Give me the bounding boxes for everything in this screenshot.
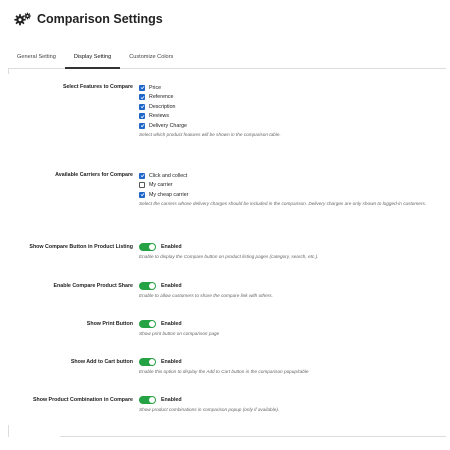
carriers-label: Available Carriers for Compare bbox=[55, 172, 133, 178]
tab-display-setting[interactable]: Display Setting bbox=[64, 46, 121, 69]
setting-label: Show Print Button bbox=[86, 321, 133, 327]
carriers-help-text: Select the carriers whose delivery charg… bbox=[139, 200, 427, 206]
carrier-option-my-cheap-carrier[interactable]: My cheap carrier bbox=[139, 190, 435, 200]
check-icon bbox=[140, 114, 144, 118]
panel-border bbox=[8, 425, 9, 437]
option-label: Delivery Charge bbox=[149, 122, 187, 129]
checkbox-checked[interactable] bbox=[139, 191, 145, 198]
toggle-knob bbox=[148, 396, 155, 403]
check-icon bbox=[140, 95, 144, 99]
option-label: Reviews bbox=[149, 113, 170, 120]
checkbox-checked[interactable] bbox=[139, 84, 145, 91]
setting-label: Enable Compare Product Share bbox=[53, 283, 133, 289]
tab-general-setting[interactable]: General Setting bbox=[8, 46, 65, 68]
checkbox-checked[interactable] bbox=[139, 103, 145, 110]
carrier-option-my-carrier[interactable]: My carrier bbox=[139, 181, 435, 191]
feature-option-price[interactable]: Price bbox=[139, 83, 435, 93]
toggle-switch[interactable] bbox=[139, 319, 156, 329]
features-options: Price Reference Description Reviews Deli… bbox=[139, 83, 435, 138]
check-icon bbox=[140, 124, 144, 128]
toggle-switch[interactable] bbox=[139, 357, 156, 367]
check-icon bbox=[140, 105, 144, 109]
setting-help-text: Enable to allow customers to share the c… bbox=[139, 293, 273, 298]
feature-option-reference[interactable]: Reference bbox=[139, 93, 435, 103]
features-help-text: Select which product features will be sh… bbox=[139, 131, 281, 137]
toggle-knob bbox=[148, 358, 155, 365]
page-title: Comparison Settings bbox=[37, 12, 163, 26]
checkbox-checked[interactable] bbox=[139, 113, 145, 120]
setting-help-text: Show print button on comparison page bbox=[139, 331, 220, 336]
option-label: Price bbox=[149, 84, 162, 91]
settings-tabs: General Setting Display Setting Customiz… bbox=[8, 46, 446, 69]
checkbox-unchecked[interactable] bbox=[139, 182, 145, 189]
toggle-state: Enabled bbox=[161, 244, 182, 250]
checkbox-checked[interactable] bbox=[139, 172, 145, 179]
feature-option-delivery-charge[interactable]: Delivery Charge bbox=[139, 121, 435, 131]
check-icon bbox=[140, 174, 144, 178]
setting-label: Show Compare Button in Product Listing bbox=[29, 244, 133, 250]
checkbox-checked[interactable] bbox=[139, 122, 145, 129]
toggle-switch[interactable] bbox=[139, 242, 156, 252]
check-icon bbox=[140, 193, 144, 197]
option-label: My cheap carrier bbox=[149, 191, 189, 198]
toggle-knob bbox=[148, 243, 155, 250]
toggle-state: Enabled bbox=[161, 359, 182, 365]
carrier-option-click-and-collect[interactable]: Click and collect bbox=[139, 171, 435, 181]
gears-icon bbox=[14, 12, 31, 26]
setting-help-text: Enable to display the Compare button on … bbox=[139, 254, 319, 259]
setting-label: Show Add to Cart button bbox=[70, 359, 133, 365]
setting-help-text: Show product combinations in comparison … bbox=[139, 407, 280, 412]
option-label: My carrier bbox=[149, 182, 173, 189]
tab-customize-colors[interactable]: Customize Colors bbox=[120, 46, 182, 68]
toggle-state: Enabled bbox=[161, 283, 182, 289]
footer-divider bbox=[60, 436, 446, 437]
feature-option-description[interactable]: Description bbox=[139, 102, 435, 112]
toggle-switch[interactable] bbox=[139, 281, 156, 291]
features-label: Select Features to Compare bbox=[62, 84, 133, 90]
check-icon bbox=[140, 86, 144, 90]
setting-help-text: Enable this option to display the Add to… bbox=[139, 369, 309, 374]
toggle-state: Enabled bbox=[161, 321, 182, 327]
option-label: Click and collect bbox=[149, 172, 188, 179]
toggle-switch[interactable] bbox=[139, 395, 156, 405]
page-header: Comparison Settings bbox=[14, 12, 163, 26]
feature-option-reviews[interactable]: Reviews bbox=[139, 112, 435, 122]
option-label: Description bbox=[149, 103, 176, 110]
checkbox-checked[interactable] bbox=[139, 94, 145, 101]
panel-border bbox=[8, 68, 9, 74]
setting-label: Show Product Combination in Compare bbox=[32, 397, 133, 403]
toggle-state: Enabled bbox=[161, 397, 182, 403]
toggle-knob bbox=[148, 282, 155, 289]
toggle-knob bbox=[148, 320, 155, 327]
carriers-options: Click and collect My carrier My cheap ca… bbox=[139, 171, 435, 207]
option-label: Reference bbox=[149, 94, 174, 101]
